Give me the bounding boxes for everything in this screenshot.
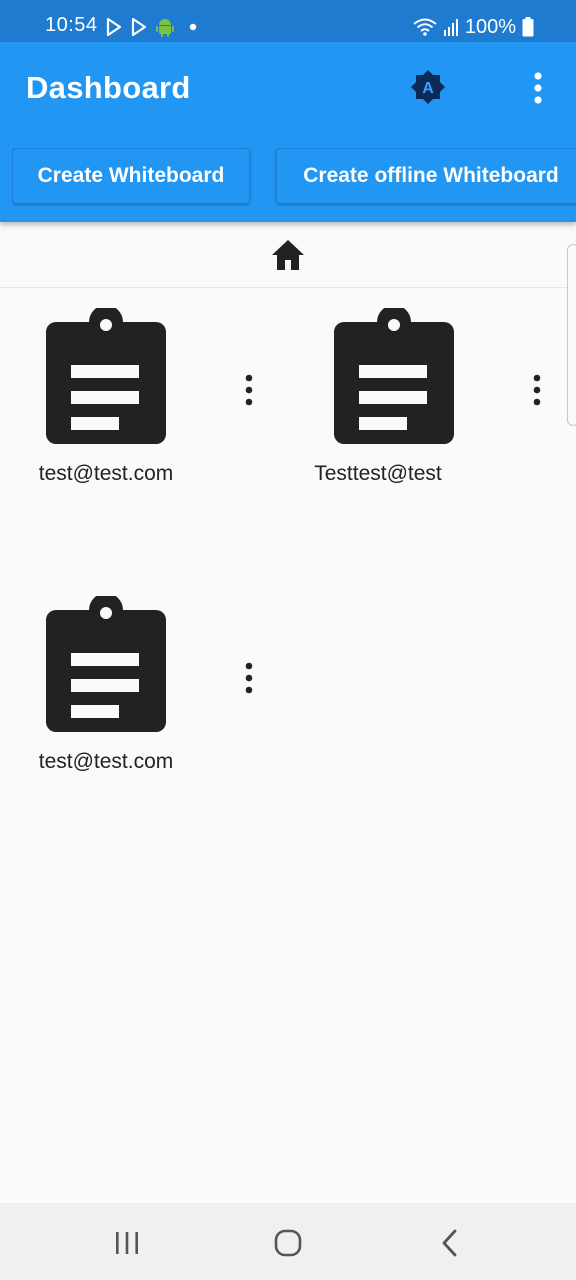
breadcrumb (0, 224, 576, 288)
status-bar: 10:54 100% (0, 0, 576, 42)
back-icon[interactable] (430, 1223, 470, 1263)
whiteboard-label: test@test.com (38, 462, 174, 485)
clipboard-icon (334, 308, 454, 444)
tile-more-icon[interactable] (236, 660, 262, 696)
wifi-icon (413, 18, 437, 36)
tile-more-icon[interactable] (236, 372, 262, 408)
create-whiteboard-button[interactable]: Create Whiteboard (12, 148, 250, 204)
whiteboard-tile[interactable]: test@test.com (0, 578, 288, 866)
play-store-icon (131, 18, 147, 36)
battery-percentage: 100% (464, 15, 516, 38)
clipboard-icon (46, 308, 166, 444)
more-vert-icon[interactable] (522, 68, 554, 108)
recents-icon[interactable] (107, 1223, 147, 1263)
system-status-icons: 100% (413, 16, 534, 38)
whiteboard-label: Testtest@test (314, 462, 442, 485)
page-title: Dashboard (26, 70, 191, 105)
clipboard-icon (46, 596, 166, 732)
system-nav-bar (0, 1203, 576, 1280)
android-icon (156, 19, 174, 37)
battery-icon (522, 17, 534, 37)
whiteboard-tile[interactable]: test@test.com (0, 290, 288, 578)
play-store-icon (106, 18, 122, 36)
whiteboard-tile[interactable]: Testtest@test (288, 290, 576, 578)
theme-badge-icon[interactable]: A (409, 68, 447, 106)
dot-icon (189, 23, 197, 31)
status-time: 10:54 (45, 14, 98, 36)
home-icon[interactable] (270, 238, 306, 272)
home-nav-icon[interactable] (268, 1223, 308, 1263)
whiteboard-label: test@test.com (38, 750, 174, 773)
app-bar: Dashboard A Create Whiteboard Create off… (0, 42, 576, 222)
tile-more-icon[interactable] (524, 372, 550, 408)
signal-icon (443, 19, 458, 36)
actions-row: Create Whiteboard Create offline Whitebo… (12, 148, 576, 206)
theme-badge-letter: A (422, 80, 434, 97)
notification-icons (106, 17, 199, 37)
create-offline-whiteboard-button[interactable]: Create offline Whiteboard (276, 148, 576, 204)
